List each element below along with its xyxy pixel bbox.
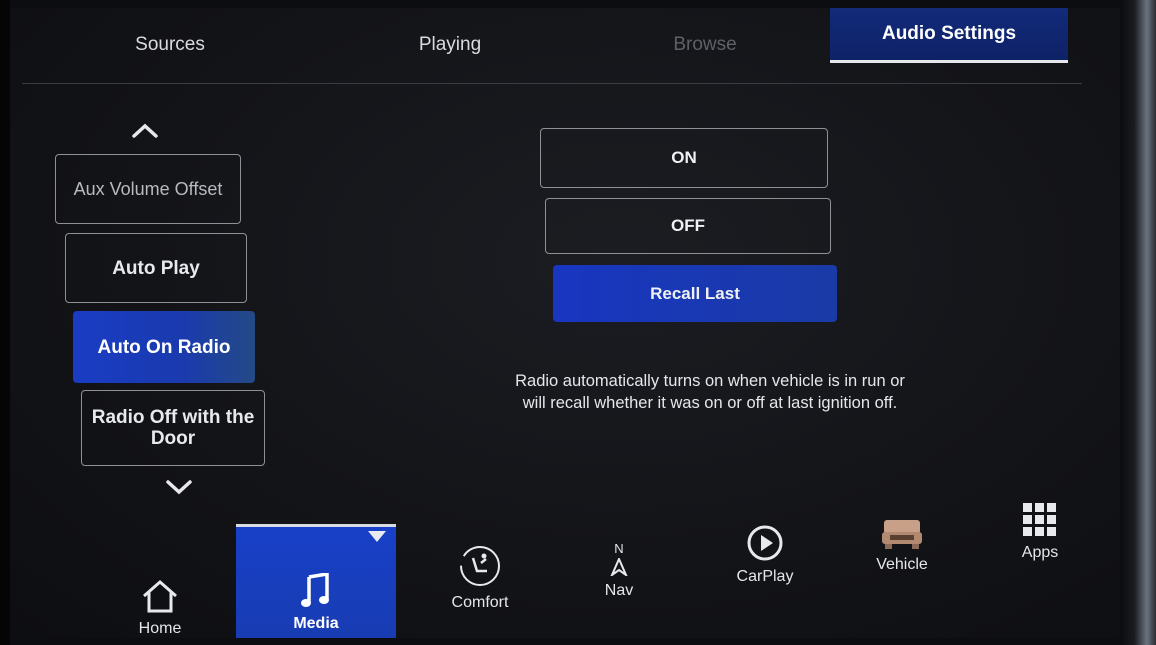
home-icon (140, 578, 180, 614)
apps-grid-icon (1022, 502, 1058, 538)
tab-audio-settings[interactable]: Audio Settings (830, 8, 1068, 63)
nav-carplay[interactable]: CarPlay (715, 516, 815, 586)
nav-nav-label: Nav (604, 582, 634, 599)
nav-comfort[interactable]: Comfort (430, 528, 530, 612)
nav-comfort-label: Comfort (451, 594, 509, 611)
top-tab-bar: Sources Playing Browse Audio Settings (10, 8, 1090, 78)
nav-vehicle[interactable]: Vehicle (852, 516, 952, 574)
tab-playing[interactable]: Playing (370, 20, 530, 70)
bottom-nav-bar: Home Media Comfort N Nav CarPlay Vehicle… (10, 503, 1120, 638)
tab-sources[interactable]: Sources (90, 20, 250, 70)
carplay-icon (746, 524, 784, 562)
list-item-auto-on-radio[interactable]: Auto On Radio (73, 311, 255, 383)
nav-apps[interactable]: Apps (995, 482, 1085, 562)
list-item-aux-volume-offset[interactable]: Aux Volume Offset (55, 154, 241, 224)
nav-nav[interactable]: N Nav (574, 520, 664, 600)
list-item-radio-off-with-door[interactable]: Radio Off with the Door (81, 390, 265, 466)
option-on-button[interactable]: ON (540, 128, 828, 188)
chevron-up-icon[interactable] (130, 116, 160, 146)
nav-carplay-label: CarPlay (736, 568, 794, 585)
nav-apps-label: Apps (1021, 544, 1059, 561)
seat-icon (458, 544, 502, 588)
chevron-down-icon[interactable] (164, 474, 194, 504)
music-note-icon (301, 573, 331, 609)
nav-vehicle-label: Vehicle (876, 556, 928, 573)
screen-bezel-left (0, 0, 10, 645)
vehicle-icon (880, 518, 924, 550)
nav-home-label: Home (138, 620, 182, 637)
tab-browse[interactable]: Browse (625, 20, 785, 70)
screen-bezel-right (1120, 0, 1156, 645)
setting-description: Radio automatically turns on when vehicl… (515, 372, 905, 412)
option-off-button[interactable]: OFF (545, 198, 831, 254)
media-dropdown-icon[interactable] (368, 531, 386, 542)
nav-media[interactable]: Media (236, 524, 396, 638)
tab-divider (22, 83, 1082, 84)
infotainment-screen: Sources Playing Browse Audio Settings Au… (10, 8, 1120, 638)
list-item-auto-play[interactable]: Auto Play (65, 233, 247, 303)
compass-icon (610, 558, 628, 576)
compass-north-letter: N (614, 541, 624, 556)
nav-home[interactable]: Home (110, 556, 210, 638)
option-recall-last-button[interactable]: Recall Last (553, 265, 837, 322)
nav-media-label: Media (293, 615, 339, 632)
